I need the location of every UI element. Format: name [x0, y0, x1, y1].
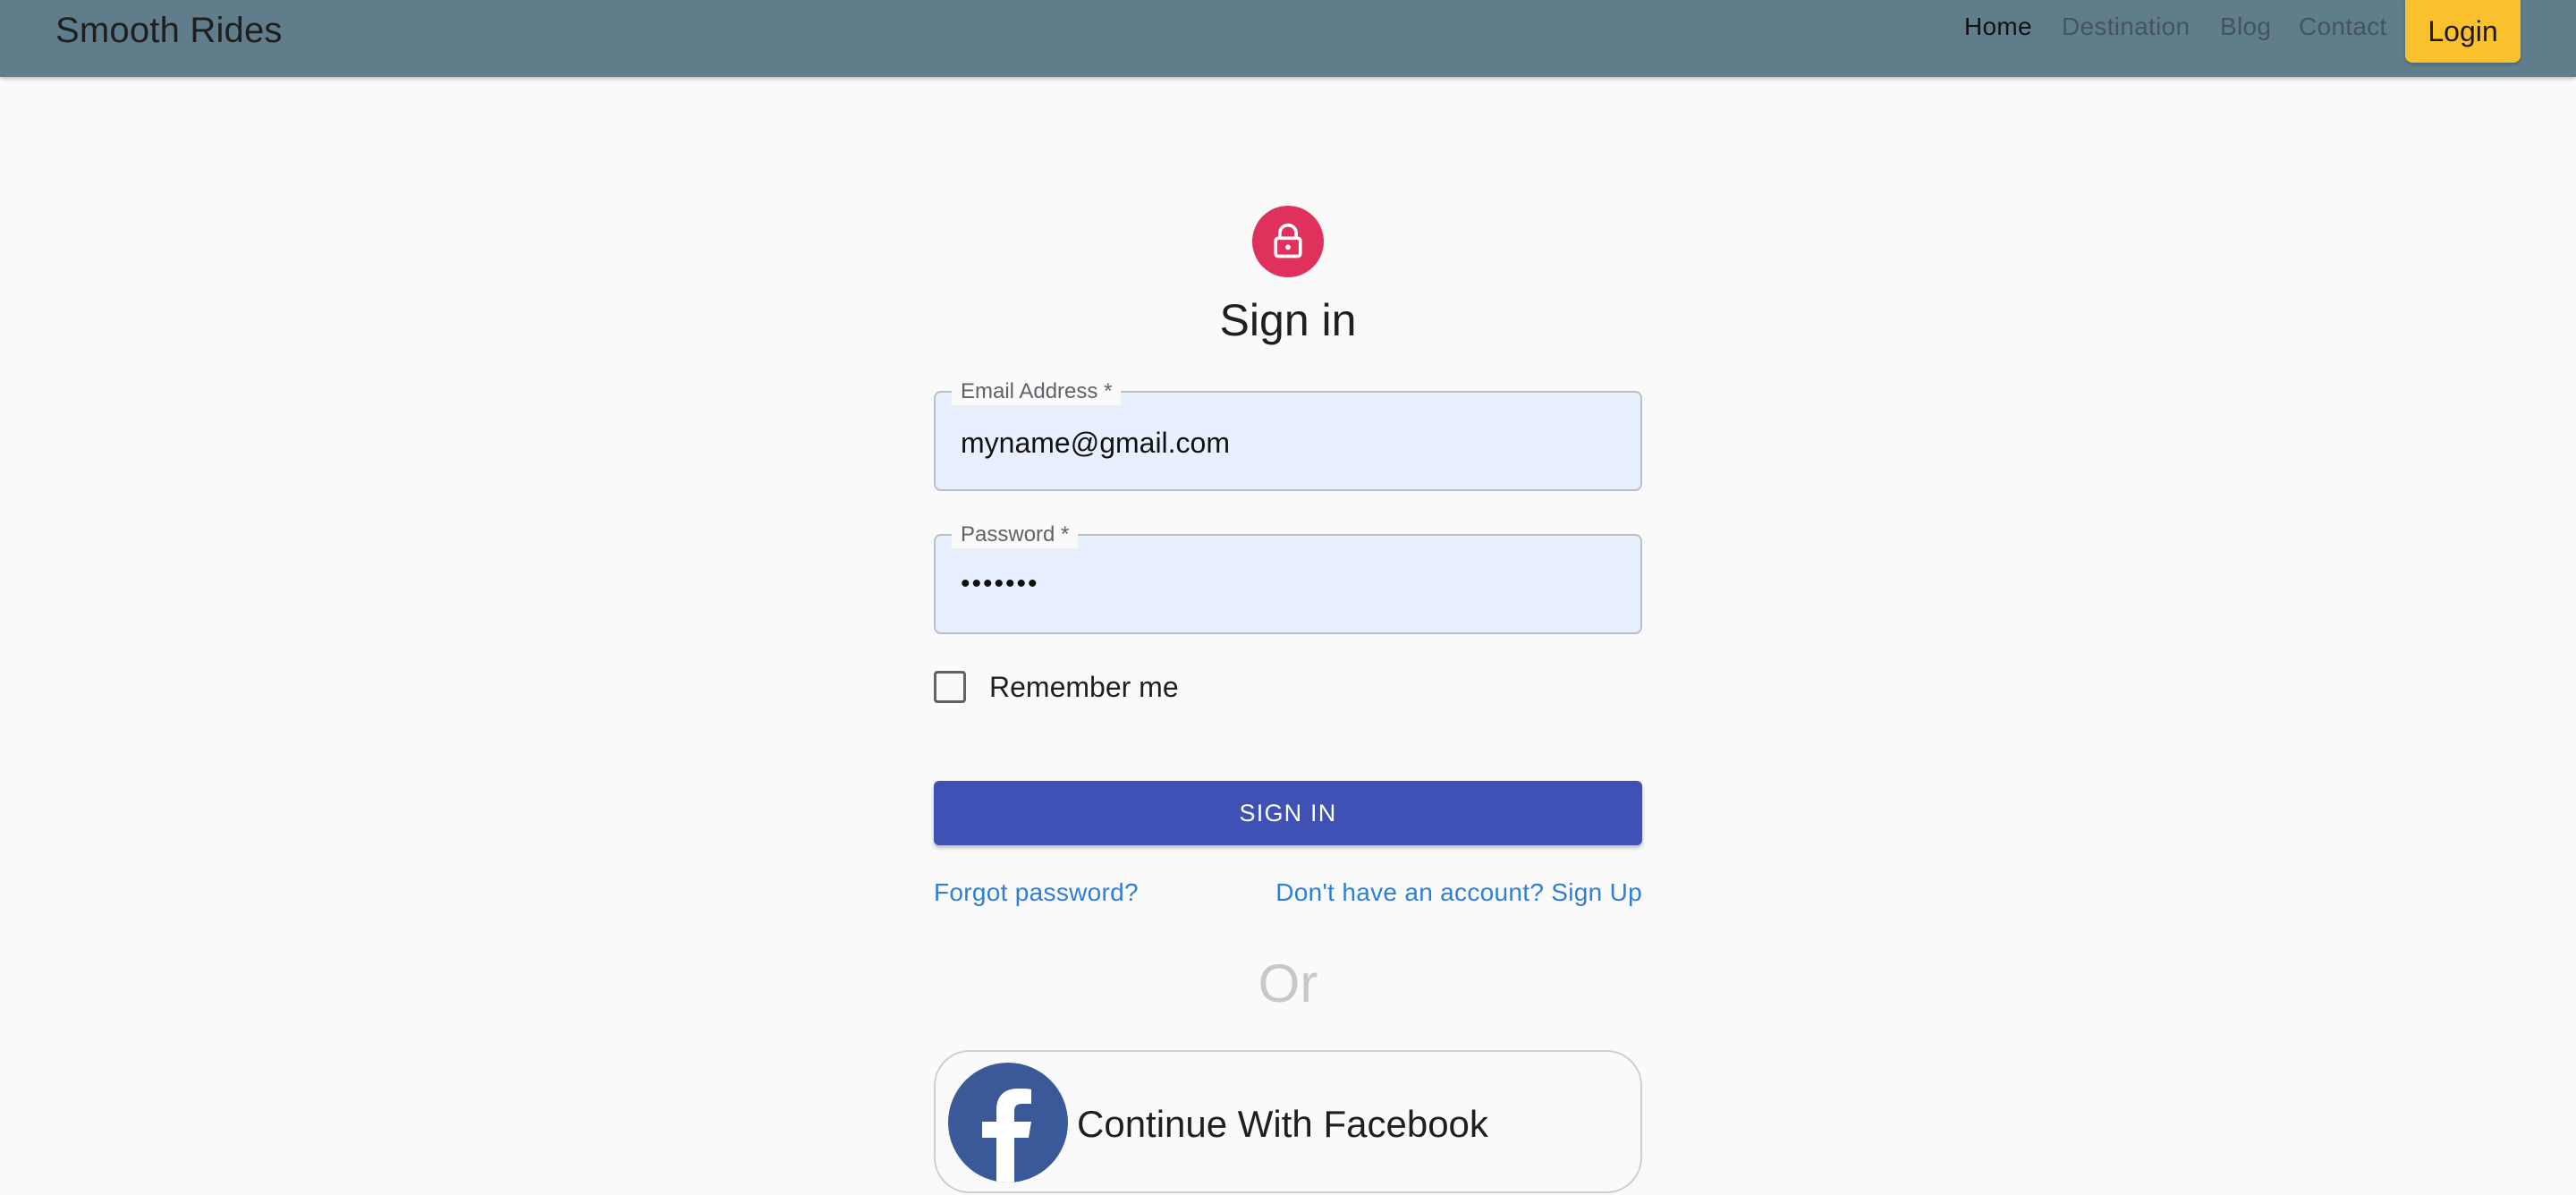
lock-icon	[1274, 223, 1302, 258]
app-bar: Smooth Rides Home Destination Blog Conta…	[0, 0, 2576, 77]
page-title: Sign in	[1219, 295, 1357, 345]
remember-me-checkbox[interactable]	[934, 671, 966, 703]
email-field[interactable]: Email Address * myname@gmail.com	[934, 378, 1642, 491]
brand-title[interactable]: Smooth Rides	[55, 9, 283, 52]
or-divider: Or	[1258, 953, 1318, 1013]
sign-up-link[interactable]: Don't have an account? Sign Up	[1275, 877, 1642, 909]
sign-in-button[interactable]: SIGN IN	[934, 781, 1642, 845]
facebook-login-button[interactable]: Continue With Facebook	[934, 1050, 1642, 1193]
password-field-value[interactable]: •••••••	[961, 566, 1039, 602]
email-field-value[interactable]: myname@gmail.com	[961, 425, 1230, 461]
password-field-label: Password *	[952, 521, 1079, 548]
lock-avatar	[1252, 206, 1324, 277]
forgot-password-link[interactable]: Forgot password?	[934, 877, 1139, 909]
nav-destination[interactable]: Destination	[2062, 9, 2190, 45]
password-field[interactable]: Password * •••••••	[934, 521, 1642, 634]
remember-me-label[interactable]: Remember me	[989, 671, 1179, 704]
facebook-login-label: Continue With Facebook	[1077, 1103, 1488, 1145]
nav-blog[interactable]: Blog	[2220, 9, 2271, 45]
remember-me[interactable]: Remember me	[934, 669, 1179, 705]
nav-home[interactable]: Home	[1964, 9, 2032, 45]
login-button[interactable]: Login	[2405, 0, 2521, 63]
nav-contact[interactable]: Contact	[2299, 9, 2387, 45]
facebook-icon	[948, 1063, 1068, 1182]
email-field-label: Email Address *	[952, 378, 1122, 405]
